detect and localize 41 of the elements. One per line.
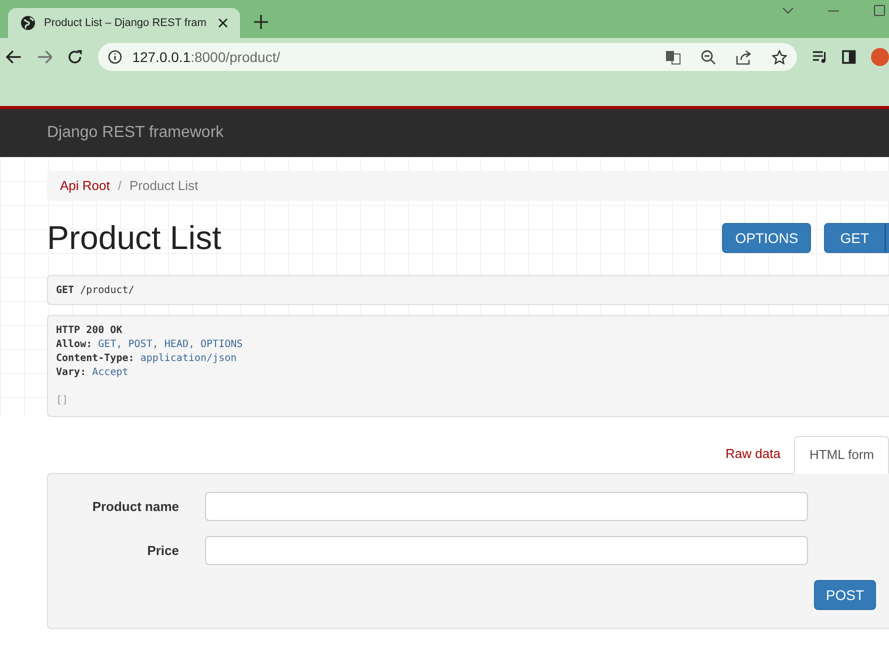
form-tab[interactable]: HTML form: [794, 436, 889, 474]
post-button[interactable]: POST: [814, 580, 876, 610]
playlist-icon[interactable]: [812, 50, 828, 64]
breadcrumb-link[interactable]: Api Root: [60, 176, 110, 196]
response-header: Vary: Accept: [56, 366, 128, 380]
globe-icon: [20, 15, 36, 31]
profile-avatar[interactable]: [871, 48, 889, 66]
star-icon[interactable]: [772, 50, 787, 64]
zoom-out-icon[interactable]: [700, 50, 716, 64]
request-info: GET /product/: [47, 275, 889, 305]
browser-tab[interactable]: Product List – Django REST fram: [8, 8, 240, 38]
get-button[interactable]: GET: [824, 223, 885, 253]
maximize-icon[interactable]: [874, 5, 885, 16]
translate-icon[interactable]: [664, 49, 681, 65]
minimize-icon[interactable]: [828, 10, 839, 12]
options-button[interactable]: OPTIONS: [722, 223, 812, 253]
response-status: HTTP 200 OK: [56, 324, 122, 338]
info-icon: [108, 50, 122, 64]
field-label: Price: [147, 542, 179, 560]
tab-title: Product List – Django REST fram: [44, 16, 208, 31]
response-header: Allow: GET, POST, HEAD, OPTIONS: [56, 338, 243, 352]
url-text: 127.0.0.1:8000/product/: [132, 48, 282, 67]
input-field[interactable]: [205, 536, 808, 565]
close-icon[interactable]: [218, 18, 228, 28]
breadcrumb-separator: /: [118, 177, 122, 196]
input-field[interactable]: [205, 492, 808, 521]
chevron-down-icon[interactable]: [782, 7, 794, 15]
side-panel-icon[interactable]: [842, 50, 856, 64]
reload-icon[interactable]: [67, 49, 84, 65]
page-title: Product List: [47, 218, 222, 258]
field-label: Product name: [92, 498, 179, 516]
response-header: Content-Type: application/json: [56, 352, 237, 366]
new-tab-icon[interactable]: [254, 15, 268, 29]
form-tab[interactable]: Raw data: [712, 435, 794, 473]
address-bar[interactable]: 127.0.0.1:8000/product/: [98, 43, 797, 71]
share-icon[interactable]: [736, 50, 752, 64]
back-icon[interactable]: [6, 50, 22, 64]
navbar-brand[interactable]: Django REST framework: [47, 121, 224, 145]
forward-icon[interactable]: [36, 50, 52, 64]
response-body: []: [56, 394, 68, 408]
breadcrumb-link[interactable]: Product List: [130, 176, 198, 196]
